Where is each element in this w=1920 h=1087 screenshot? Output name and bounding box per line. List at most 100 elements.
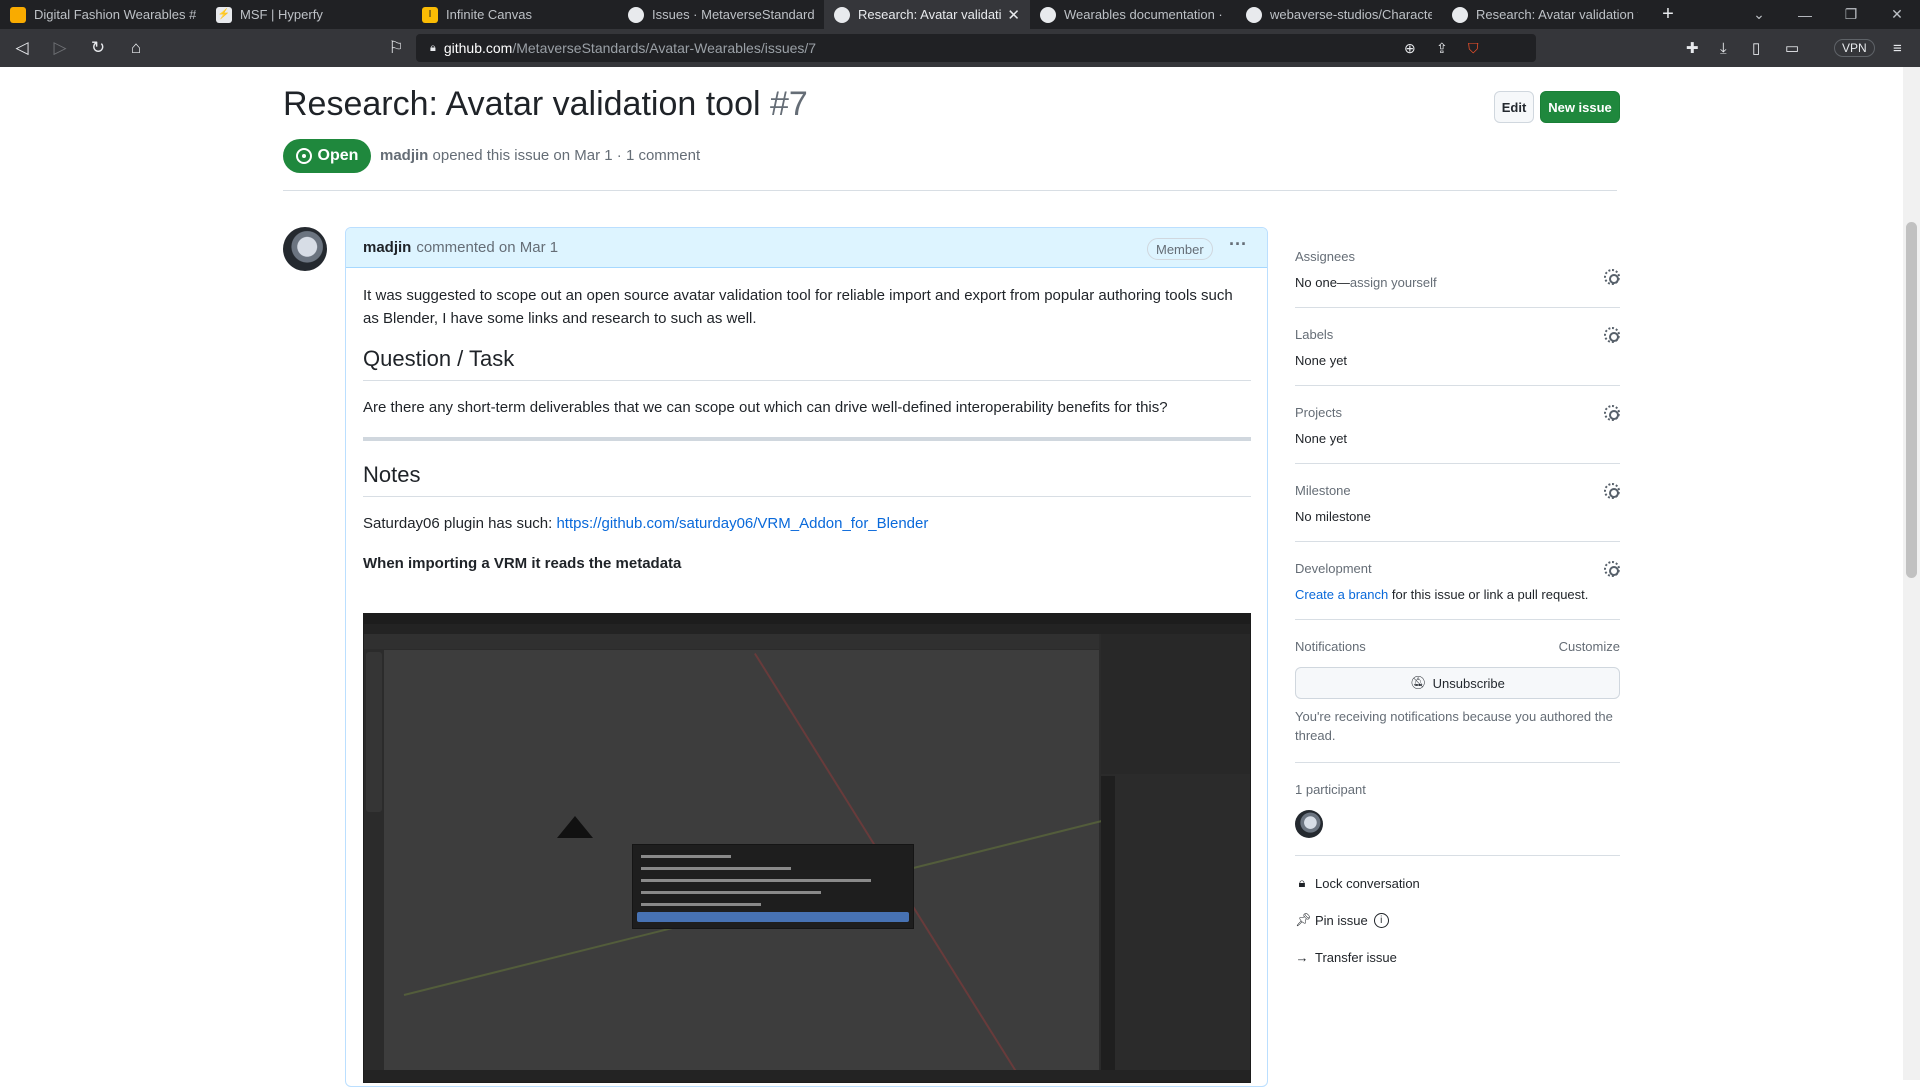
home-icon[interactable]: ⌂ xyxy=(120,32,152,64)
github-icon xyxy=(1452,6,1468,23)
restore-icon[interactable]: ❐ xyxy=(1828,0,1874,29)
assignees-title[interactable]: Assignees xyxy=(1295,247,1620,267)
browser-tab[interactable]: Issues · MetaverseStandards/Av xyxy=(618,0,824,29)
pin-issue-button[interactable]: 📌︎ Pin issue i xyxy=(1295,910,1620,930)
import-heading: When importing a VRM it reads the metada… xyxy=(363,555,682,572)
pin-label: Pin issue xyxy=(1315,912,1368,928)
development-title[interactable]: Development xyxy=(1295,559,1620,579)
comment-header: madjin commented on Mar 1 Member ··· xyxy=(346,228,1267,268)
menu-icon[interactable]: ≡ xyxy=(1893,29,1902,67)
canvas-icon: I xyxy=(422,6,438,23)
browser-tab[interactable]: Digital Fashion Wearables #7 20 xyxy=(0,0,206,29)
customize-link[interactable]: Customize xyxy=(1559,639,1620,654)
sidebar-toggle-icon[interactable]: ▯ xyxy=(1752,29,1760,67)
issue-meta: madjin opened this issue on Mar 1 · 1 co… xyxy=(380,147,700,164)
browser-tab[interactable]: Research: Avatar validation tool xyxy=(1442,0,1648,29)
browser-tab-active[interactable]: Research: Avatar validation ✕ xyxy=(824,0,1030,29)
issue-author-link[interactable]: madjin xyxy=(380,147,428,164)
member-badge: Member xyxy=(1147,238,1213,260)
forward-icon[interactable]: ▷ xyxy=(44,32,76,64)
browser-tab[interactable]: I Infinite Canvas xyxy=(412,0,618,29)
gear-icon[interactable] xyxy=(1604,327,1620,343)
heading-question: Question / Task xyxy=(363,347,1251,381)
info-icon[interactable]: i xyxy=(1373,912,1389,928)
blender-outliner xyxy=(1101,634,1250,774)
comment-body: It was suggested to scope out an open so… xyxy=(363,284,1251,575)
comment-author-link[interactable]: madjin xyxy=(363,239,411,256)
new-tab-icon[interactable]: + xyxy=(1648,3,1688,26)
assignees-value: No one—assign yourself xyxy=(1295,275,1620,290)
wallet-icon[interactable]: ▭ xyxy=(1785,29,1799,67)
tab-title: Issues · MetaverseStandards/Av xyxy=(652,7,814,22)
back-icon[interactable]: ◁ xyxy=(6,32,38,64)
browser-tab[interactable]: webaverse-studios/CharacterCr xyxy=(1236,0,1442,29)
brave-shield-icon[interactable]: ⛉ xyxy=(1468,40,1479,57)
transfer-issue-button[interactable]: → Transfer issue xyxy=(1295,947,1620,967)
kebab-menu-icon[interactable]: ··· xyxy=(1229,234,1247,255)
tab-search-icon[interactable]: ⌄ xyxy=(1736,0,1782,29)
assignees-section: Assignees No one—assign yourself xyxy=(1295,247,1620,308)
lock-icon: 🔒︎ xyxy=(430,41,436,54)
github-icon xyxy=(1246,6,1262,23)
edit-button[interactable]: Edit xyxy=(1494,91,1534,123)
issue-title-text: Research: Avatar validation tool xyxy=(283,85,761,123)
extensions-icon[interactable]: ✚ xyxy=(1686,29,1699,67)
vpn-button[interactable]: VPN xyxy=(1834,29,1875,67)
reload-icon[interactable]: ↻ xyxy=(82,32,114,64)
bookmark-icon[interactable]: ⚐ xyxy=(380,32,412,64)
gear-icon[interactable] xyxy=(1604,561,1620,577)
assign-yourself-link[interactable]: assign yourself xyxy=(1350,275,1437,290)
comment-timestamp[interactable]: commented on Mar 1 xyxy=(416,239,558,256)
minimize-icon[interactable]: — xyxy=(1782,0,1828,29)
dialog-line xyxy=(641,855,731,858)
close-tab-icon[interactable]: ✕ xyxy=(1007,6,1020,24)
tab-title: Digital Fashion Wearables #7 20 xyxy=(34,7,196,22)
unsubscribe-button[interactable]: 🔕︎ Unsubscribe xyxy=(1295,667,1620,699)
blender-timeline xyxy=(364,1070,1250,1082)
issue-number: #7 xyxy=(770,85,808,123)
vpn-label: VPN xyxy=(1834,39,1875,57)
plugin-text: Saturday06 plugin has such: xyxy=(363,515,553,532)
zoom-icon[interactable]: ⊕ xyxy=(1404,40,1416,57)
plugin-link[interactable]: https://github.com/saturday06/VRM_Addon_… xyxy=(556,515,928,532)
blender-properties xyxy=(1101,776,1250,1082)
header-divider xyxy=(283,190,1617,191)
issue-sidebar: Assignees No one—assign yourself Labels … xyxy=(1295,227,1620,984)
url-host: github.com xyxy=(443,40,513,56)
gear-icon[interactable] xyxy=(1604,269,1620,285)
hyperfy-icon: ⚡ xyxy=(216,6,232,23)
gear-icon[interactable] xyxy=(1604,405,1620,421)
blender-screenshot-image[interactable] xyxy=(363,613,1251,1083)
lock-conversation-button[interactable]: 🔒︎ Lock conversation xyxy=(1295,873,1620,893)
scrollbar-thumb[interactable] xyxy=(1906,222,1917,578)
avatar[interactable] xyxy=(1295,810,1323,838)
browser-tab[interactable]: Wearables documentation · Issu xyxy=(1030,0,1236,29)
share-icon[interactable]: ⇪ xyxy=(1436,40,1448,57)
development-rest: for this issue or link a pull request. xyxy=(1388,587,1589,602)
transfer-label: Transfer issue xyxy=(1315,949,1397,965)
downloads-icon[interactable]: ⤓ xyxy=(1720,29,1727,67)
url-path: /MetaverseStandards/Avatar-Wearables/iss… xyxy=(512,40,817,56)
tab-title: webaverse-studios/CharacterCr xyxy=(1270,7,1432,22)
projects-section: Projects None yet xyxy=(1295,403,1620,464)
notifications-desc: You're receiving notifications because y… xyxy=(1295,709,1613,743)
browser-tab[interactable]: ⚡ MSF | Hyperfy xyxy=(206,0,412,29)
create-branch-link[interactable]: Create a branch xyxy=(1295,587,1388,602)
gear-icon[interactable] xyxy=(1604,483,1620,499)
tab-title: Infinite Canvas xyxy=(446,7,532,22)
blender-titlebar xyxy=(364,614,1250,624)
github-icon xyxy=(834,6,850,23)
projects-title[interactable]: Projects xyxy=(1295,403,1620,423)
issue-state-label: Open xyxy=(317,147,359,164)
plugin-paragraph: Saturday06 plugin has such: https://gith… xyxy=(363,512,1251,535)
milestone-value: No milestone xyxy=(1295,509,1371,524)
scrollbar[interactable] xyxy=(1903,67,1920,1080)
dialog-line xyxy=(641,891,821,894)
milestone-title[interactable]: Milestone xyxy=(1295,481,1620,501)
avatar[interactable] xyxy=(283,227,327,271)
new-issue-button[interactable]: New issue xyxy=(1540,91,1620,123)
address-bar[interactable]: 🔒︎ github.com/MetaverseStandards/Avatar-… xyxy=(416,34,1536,62)
close-window-icon[interactable]: ✕ xyxy=(1874,0,1920,29)
labels-section: Labels None yet xyxy=(1295,325,1620,386)
labels-title[interactable]: Labels xyxy=(1295,325,1620,345)
